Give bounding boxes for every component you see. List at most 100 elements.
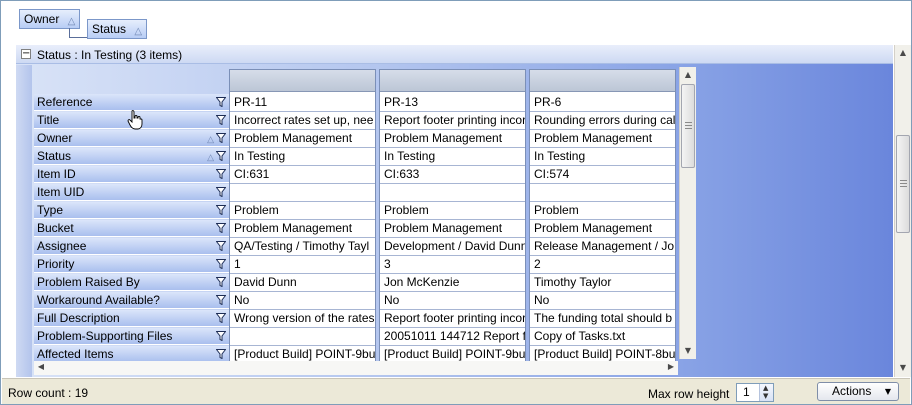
record-cell[interactable]: Problem Management (530, 220, 675, 238)
record-cell[interactable]: Report footer printing incor (380, 310, 525, 328)
record-cell[interactable]: CI:631 (230, 166, 375, 184)
dropdown-arrow-icon: ▼ (884, 387, 891, 396)
record-cell[interactable]: Problem Management (230, 130, 375, 148)
record-cell[interactable]: CI:574 (530, 166, 675, 184)
filter-icon[interactable] (216, 349, 226, 359)
record-card[interactable]: PR-11 Incorrect rates set up, nee Problem … (229, 69, 376, 364)
record-card[interactable]: PR-13 Report footer printing incor Problem… (379, 69, 526, 364)
record-cell[interactable]: QA/Testing / Timothy Tayl (230, 238, 375, 256)
sort-ascending-icon[interactable]: △ (207, 131, 214, 147)
filter-icon[interactable] (216, 205, 226, 215)
record-card-header[interactable] (530, 70, 675, 92)
field-header[interactable]: Priority (34, 256, 230, 273)
field-header[interactable]: Full Description (34, 310, 230, 327)
filter-icon[interactable] (216, 331, 226, 341)
filter-icon[interactable] (216, 295, 226, 305)
record-cell[interactable]: The funding total should b (530, 310, 675, 328)
record-cell[interactable]: No (230, 292, 375, 310)
filter-icon[interactable] (216, 187, 226, 197)
collapse-icon[interactable]: − (21, 49, 31, 59)
spinner[interactable]: ▲ ▼ (759, 384, 773, 401)
record-cell[interactable]: Problem Management (530, 130, 675, 148)
record-cell[interactable] (380, 184, 525, 202)
record-cell[interactable]: Rounding errors during cal (530, 112, 675, 130)
record-cell[interactable]: 2 (530, 256, 675, 274)
record-horizontal-scrollbar[interactable]: ◀ ▶ (34, 361, 678, 375)
record-cell[interactable]: Copy of Tasks.txt (530, 328, 675, 346)
record-cell[interactable]: Development / David Dunn (380, 238, 525, 256)
filter-icon[interactable] (216, 223, 226, 233)
filter-icon[interactable] (216, 277, 226, 287)
record-cell[interactable]: In Testing (380, 148, 525, 166)
field-header[interactable]: Type (34, 202, 230, 219)
field-header[interactable]: Item ID (34, 166, 230, 183)
record-cell[interactable]: David Dunn (230, 274, 375, 292)
field-header[interactable]: Owner △ (34, 130, 230, 147)
max-row-height-value: 1 (743, 385, 750, 399)
field-header[interactable]: Bucket (34, 220, 230, 237)
filter-icon[interactable] (216, 97, 226, 107)
record-cell[interactable]: PR-11 (230, 94, 375, 112)
scroll-up-icon[interactable]: ▲ (895, 45, 911, 61)
record-cell[interactable]: 3 (380, 256, 525, 274)
scrollbar-thumb[interactable] (681, 84, 695, 168)
record-cell[interactable]: Jon McKenzie (380, 274, 525, 292)
record-cell[interactable]: In Testing (230, 148, 375, 166)
record-cell[interactable]: Problem Management (380, 220, 525, 238)
max-row-height-stepper[interactable]: 1 ▲ ▼ (736, 383, 774, 402)
spin-up-icon[interactable]: ▲ (763, 384, 768, 392)
record-cell[interactable]: Problem Management (230, 220, 375, 238)
filter-icon[interactable] (216, 313, 226, 323)
field-header[interactable]: Reference (34, 94, 230, 111)
scroll-right-icon[interactable]: ▶ (664, 360, 678, 374)
record-cell[interactable] (230, 184, 375, 202)
record-cell[interactable]: Problem Management (380, 130, 525, 148)
record-cell[interactable] (530, 184, 675, 202)
record-card-header[interactable] (230, 70, 375, 92)
group-chip-owner[interactable]: Owner △ (19, 9, 81, 29)
record-cell[interactable]: Problem (380, 202, 525, 220)
record-cell[interactable]: CI:633 (380, 166, 525, 184)
record-cell[interactable]: 20051011 144712 Report f (380, 328, 525, 346)
outer-vertical-scrollbar[interactable]: ▲ ▼ (894, 45, 911, 377)
sort-ascending-icon[interactable]: △ (207, 149, 214, 165)
record-cell[interactable]: Timothy Taylor (530, 274, 675, 292)
filter-icon[interactable] (216, 133, 226, 143)
actions-button[interactable]: Actions ▼ (817, 382, 899, 401)
record-cell[interactable]: PR-6 (530, 94, 675, 112)
filter-icon[interactable] (216, 241, 226, 251)
record-cell[interactable]: In Testing (530, 148, 675, 166)
record-cell[interactable]: Problem (530, 202, 675, 220)
group-header[interactable]: − Status : In Testing (3 items) (16, 45, 893, 64)
record-card[interactable]: PR-6 Rounding errors during cal Problem Ma… (529, 69, 676, 364)
record-cell[interactable]: Problem (230, 202, 375, 220)
group-chip-status[interactable]: Status △ (87, 19, 148, 39)
filter-icon[interactable] (216, 169, 226, 179)
record-cell[interactable]: Release Management / Jo (530, 238, 675, 256)
filter-icon[interactable] (216, 259, 226, 269)
field-header[interactable]: Workaround Available? (34, 292, 230, 309)
filter-icon[interactable] (216, 151, 226, 161)
record-cell[interactable]: Report footer printing incor (380, 112, 525, 130)
filter-icon[interactable] (216, 115, 226, 125)
record-cell[interactable] (230, 328, 375, 346)
record-cell[interactable]: Incorrect rates set up, nee (230, 112, 375, 130)
record-vertical-scrollbar[interactable]: ▲ ▼ (679, 67, 696, 359)
record-card-header[interactable] (380, 70, 525, 92)
record-cell[interactable]: PR-13 (380, 94, 525, 112)
field-header[interactable]: Status △ (34, 148, 230, 165)
field-header[interactable]: Problem Raised By (34, 274, 230, 291)
scroll-down-icon[interactable]: ▼ (680, 343, 696, 359)
scroll-left-icon[interactable]: ◀ (34, 360, 48, 374)
record-cell[interactable]: No (530, 292, 675, 310)
scroll-down-icon[interactable]: ▼ (895, 360, 911, 376)
record-cell[interactable]: No (380, 292, 525, 310)
field-header[interactable]: Item UID (34, 184, 230, 201)
record-cell[interactable]: Wrong version of the rates (230, 310, 375, 328)
record-cell[interactable]: 1 (230, 256, 375, 274)
field-header[interactable]: Problem-Supporting Files (34, 328, 230, 345)
scrollbar-thumb[interactable] (896, 135, 910, 233)
spin-down-icon[interactable]: ▼ (763, 392, 768, 400)
field-header[interactable]: Assignee (34, 238, 230, 255)
scroll-up-icon[interactable]: ▲ (680, 67, 696, 83)
